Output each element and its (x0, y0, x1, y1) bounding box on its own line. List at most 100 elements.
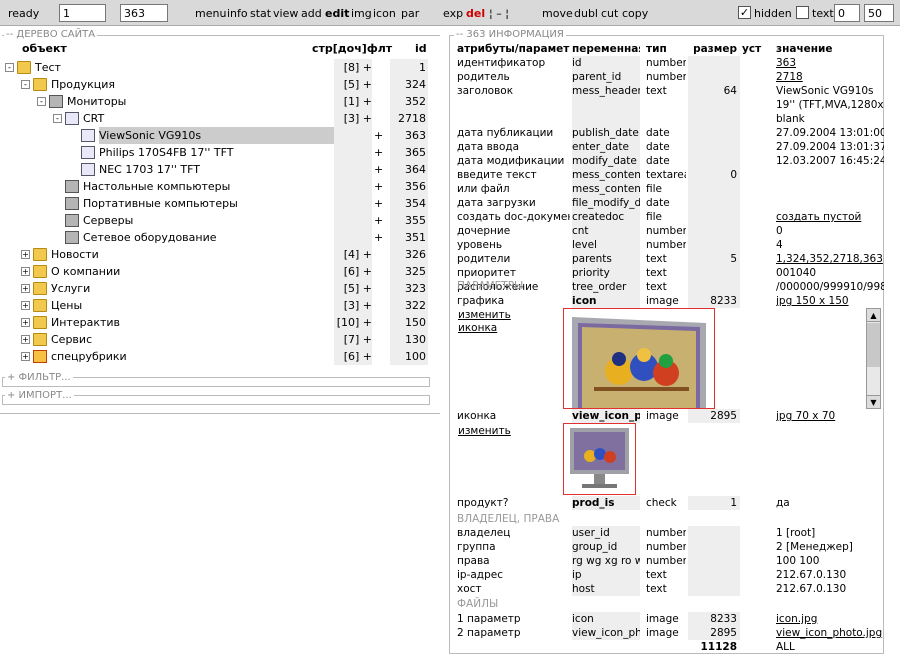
tree-item-label[interactable]: Серверы (83, 212, 137, 229)
item-id[interactable]: 352 (390, 93, 428, 110)
limit-input[interactable] (864, 4, 894, 22)
tree-item-label[interactable]: Продукция (51, 76, 119, 93)
offset-input[interactable] (834, 4, 860, 22)
tree-row[interactable]: Портативные компьютеры +354 (0, 195, 440, 212)
del-link[interactable]: del (466, 7, 485, 20)
scroll-down-icon[interactable]: ▼ (867, 395, 880, 408)
tree-item-label[interactable]: Новости (51, 246, 103, 263)
product-image[interactable] (563, 308, 715, 409)
tree-row[interactable]: + Услуги [5] + 323 (0, 280, 440, 297)
tree-row[interactable]: Philips 170S4FB 17'' TFT +365 (0, 144, 440, 161)
tree-item-label[interactable]: Услуги (51, 280, 94, 297)
icon-link[interactable]: иконка (458, 322, 497, 334)
tree-row[interactable]: + Интерактив [10] + 150 (0, 314, 440, 331)
collapse-icon[interactable]: - (53, 114, 62, 123)
text-checkbox[interactable] (796, 6, 809, 19)
tree-row[interactable]: + Цены [3] + 322 (0, 297, 440, 314)
item-id[interactable]: 322 (390, 297, 428, 314)
parent-id-input[interactable] (59, 4, 106, 22)
tree-row[interactable]: NEC 1703 17'' TFT +364 (0, 161, 440, 178)
tree-item-label[interactable]: CRT (83, 110, 108, 127)
copy-link[interactable]: copy (622, 7, 648, 20)
tree-row[interactable]: + спецрубрики [6] + 100 (0, 348, 440, 365)
item-id[interactable]: 325 (390, 263, 428, 280)
tree-row[interactable]: + Сервис [7] + 130 (0, 331, 440, 348)
menu-link[interactable]: menu (195, 7, 226, 20)
tree-row[interactable]: Серверы +355 (0, 212, 440, 229)
tree-item-label[interactable]: О компании (51, 263, 124, 280)
item-id[interactable]: 150 (390, 314, 428, 331)
collapse-icon[interactable]: - (21, 80, 30, 89)
tree-item-label[interactable]: ViewSonic VG910s (99, 127, 334, 144)
cut-link[interactable]: cut (601, 7, 618, 20)
expand-icon[interactable]: + (21, 284, 30, 293)
scroll-up-icon[interactable]: ▲ (867, 309, 880, 322)
change-graph-link[interactable]: изменить (458, 309, 511, 321)
img-link[interactable]: img (351, 7, 372, 20)
icon-link[interactable]: icon (373, 7, 396, 20)
item-id[interactable]: 130 (390, 331, 428, 348)
expand-icon[interactable]: + (21, 267, 30, 276)
tree-item-label[interactable]: спецрубрики (51, 348, 131, 365)
add-link[interactable]: add (301, 7, 322, 20)
item-id[interactable]: 355 (390, 212, 428, 229)
item-id[interactable]: 1 (390, 59, 428, 76)
tree-item-label[interactable]: Philips 170S4FB 17'' TFT (99, 144, 237, 161)
image-scrollbar[interactable]: ▲ ▼ (866, 308, 881, 409)
tree-row[interactable]: + Новости [4] + 326 (0, 246, 440, 263)
tree-row[interactable]: + О компании [6] + 325 (0, 263, 440, 280)
item-id[interactable]: 365 (390, 144, 428, 161)
hidden-checkbox[interactable]: ✓ (738, 6, 751, 19)
value[interactable]: 1,324,352,2718,363 (776, 252, 884, 266)
tree-item-label[interactable]: Интерактив (51, 314, 124, 331)
value[interactable]: 363 (776, 56, 884, 70)
value[interactable]: создать пустой (776, 210, 884, 224)
expand-icon[interactable]: + (21, 352, 30, 361)
item-id[interactable]: 356 (390, 178, 428, 195)
tree-row[interactable]: - Мониторы [1] + 352 (0, 93, 440, 110)
filter-section[interactable]: + ФИЛЬТР... (2, 372, 430, 387)
item-id[interactable]: 363 (390, 127, 428, 144)
filter-title[interactable]: + ФИЛЬТР... (5, 372, 73, 383)
item-id[interactable]: 100 (390, 348, 428, 365)
tree-row[interactable]: ViewSonic VG910s +363 (0, 127, 440, 144)
info-section-title[interactable]: -- 363 ИНФОРМАЦИЯ (454, 29, 566, 40)
item-id[interactable]: 2718 (390, 110, 428, 127)
item-id-input[interactable] (120, 4, 168, 22)
item-id[interactable]: 354 (390, 195, 428, 212)
expand-icon[interactable]: + (21, 318, 30, 327)
value[interactable]: view_icon_photo.jpg (776, 626, 884, 640)
item-id[interactable]: 364 (390, 161, 428, 178)
item-id[interactable]: 351 (390, 229, 428, 246)
edit-link[interactable]: edit (325, 7, 349, 20)
tree-item-label[interactable]: Тест (35, 59, 65, 76)
tree-item-label[interactable]: Сервис (51, 331, 96, 348)
info-link[interactable]: info (227, 7, 248, 20)
tree-row[interactable]: Настольные компьютеры +356 (0, 178, 440, 195)
collapse-icon[interactable]: - (37, 97, 46, 106)
item-id[interactable]: 326 (390, 246, 428, 263)
tree-row[interactable]: - Продукция [5] + 324 (0, 76, 440, 93)
scroll-thumb[interactable] (867, 323, 880, 367)
value[interactable]: 2718 (776, 70, 884, 84)
tree-item-label[interactable]: Цены (51, 297, 86, 314)
tree-item-label[interactable]: Сетевое оборудование (83, 229, 221, 246)
value[interactable]: jpg 70 x 70 (776, 409, 884, 423)
value[interactable]: jpg 150 x 150 (776, 294, 884, 308)
tree-row[interactable]: Сетевое оборудование +351 (0, 229, 440, 246)
change-icon-link[interactable]: изменить (458, 425, 511, 437)
item-id[interactable]: 323 (390, 280, 428, 297)
import-title[interactable]: + ИМПОРТ... (5, 390, 74, 401)
dubl-link[interactable]: dubl (574, 7, 598, 20)
collapse-icon[interactable]: - (5, 63, 14, 72)
tree-row[interactable]: - Тест [8] + 1 (0, 59, 440, 76)
expand-icon[interactable]: + (21, 335, 30, 344)
tree-item-label[interactable]: Мониторы (67, 93, 130, 110)
tree-item-label[interactable]: Настольные компьютеры (83, 178, 234, 195)
par-link[interactable]: par (401, 7, 419, 20)
view-link[interactable]: view (273, 7, 298, 20)
move-link[interactable]: move (542, 7, 573, 20)
tree-row[interactable]: - CRT [3] + 2718 (0, 110, 440, 127)
expand-icon[interactable]: + (21, 301, 30, 310)
expand-icon[interactable]: + (21, 250, 30, 259)
